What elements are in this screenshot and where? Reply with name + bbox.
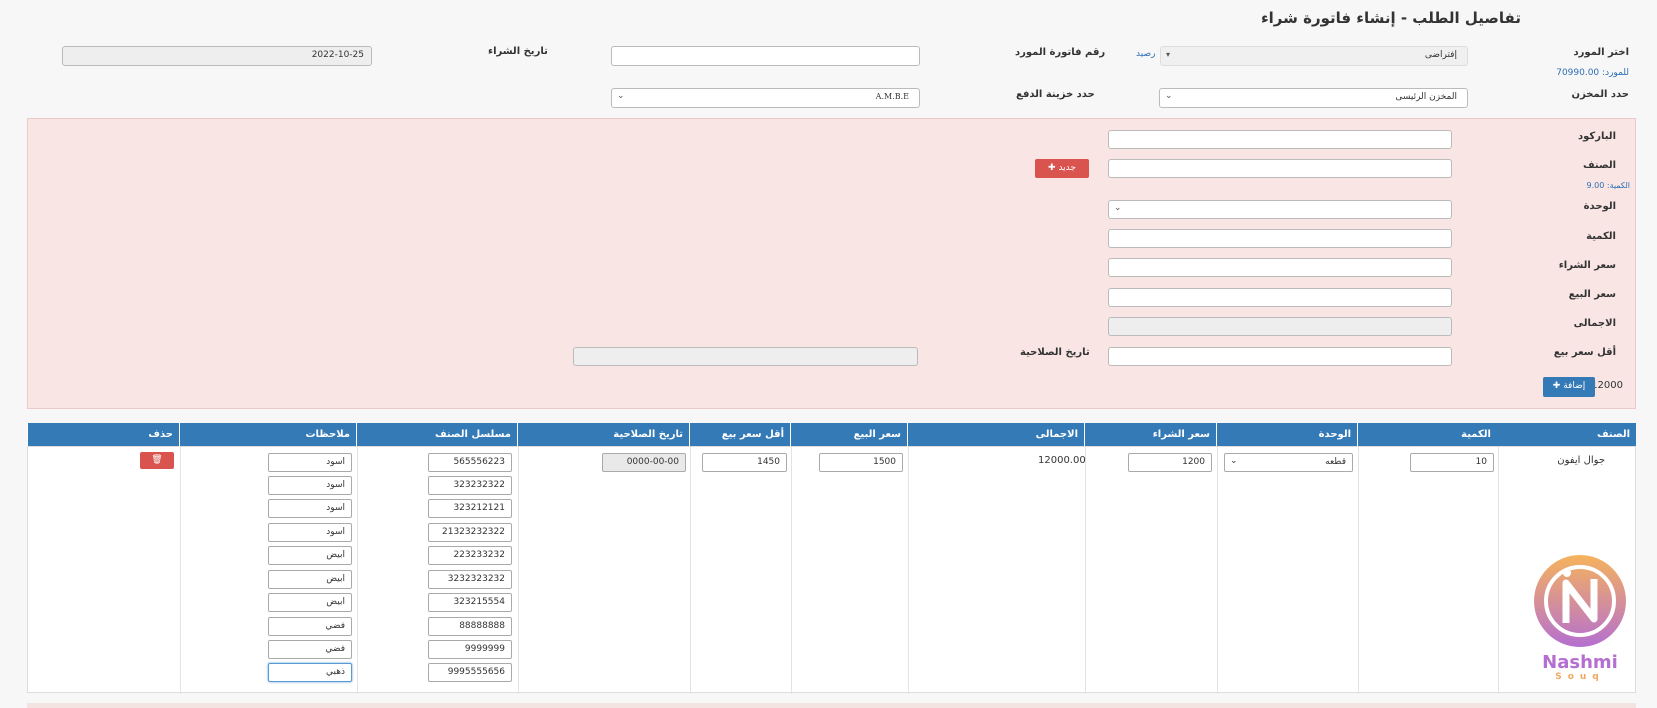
note-input[interactable]: فضي <box>268 617 352 636</box>
items-table: جوال ايفون 10 ⌄ قطعه 1200 12000.00 1500 … <box>27 446 1636 694</box>
total-label: الاجمالى <box>1573 318 1616 329</box>
chevron-down-icon: ⌄ <box>1165 91 1173 101</box>
running-total: 12000 <box>1591 380 1623 391</box>
barcode-input[interactable] <box>1108 130 1452 149</box>
col-total: الاجمالى <box>907 423 1084 446</box>
row-unit-select[interactable]: ⌄ قطعه <box>1224 453 1353 472</box>
supplier-select[interactable]: ▾ إفتراضى <box>1160 46 1468 66</box>
serial-input[interactable]: 565556223 <box>428 453 512 472</box>
row-total: 12000.00 <box>1038 455 1086 466</box>
unit-select[interactable]: ⌄ <box>1108 200 1452 219</box>
note-input[interactable]: اسود <box>268 499 352 518</box>
serial-input[interactable]: 223233232 <box>428 546 512 565</box>
col-sale-price: سعر البيع <box>790 423 907 446</box>
bottom-panel-edge <box>27 703 1636 708</box>
treasury-select[interactable]: ⌄ A.M.B.E <box>611 88 920 108</box>
quantity-input[interactable] <box>1108 229 1452 248</box>
col-notes: ملاحظات <box>179 423 356 446</box>
col-unit: الوحدة <box>1216 423 1357 446</box>
note-input[interactable]: فضي <box>268 640 352 659</box>
store-select[interactable]: ⌄ المخزن الرئيسى <box>1159 88 1468 108</box>
row-sale-price-input[interactable]: 1500 <box>819 453 903 472</box>
serial-input[interactable]: 323212121 <box>428 499 512 518</box>
add-button[interactable]: ✚ إضافة <box>1543 377 1595 397</box>
caret-down-icon: ▾ <box>1166 50 1171 59</box>
quantity-label: الكمية <box>1586 231 1616 242</box>
min-price-label: أقل سعر بيع <box>1553 347 1616 358</box>
min-price-input[interactable] <box>1108 347 1452 366</box>
serial-input[interactable]: 88888888 <box>428 617 512 636</box>
col-item: الصنف <box>1596 429 1630 440</box>
col-expiry: تاريخ الصلاحية <box>517 423 689 446</box>
col-serial: مسلسل الصنف <box>356 423 517 446</box>
col-quantity: الكمية <box>1357 423 1497 446</box>
invoice-no-label: رقم فاتورة المورد <box>1015 47 1106 58</box>
row-expiry-input[interactable]: 0000-00-00 <box>602 453 686 472</box>
expiry-label: تاريخ الصلاحية <box>1020 347 1090 358</box>
serial-input[interactable]: 21323232322 <box>428 523 512 542</box>
purchase-date-input[interactable]: 2022-10-25 <box>62 46 372 66</box>
row-min-price-input[interactable]: 1450 <box>702 453 787 472</box>
purchase-price-input[interactable] <box>1108 258 1452 277</box>
plus-icon: ✚ <box>1552 381 1561 391</box>
note-input[interactable]: اسود <box>268 453 352 472</box>
serial-input[interactable]: 323232322 <box>428 476 512 495</box>
row-quantity-input[interactable]: 10 <box>1410 453 1494 472</box>
purchase-date-label: تاريخ الشراء <box>488 46 548 57</box>
note-input[interactable]: اسود <box>268 523 352 542</box>
trash-icon: 🗑 <box>151 455 163 465</box>
balance-link[interactable]: رصيد <box>1136 49 1155 59</box>
nashmi-logo: Nashmi Souq <box>1532 553 1628 688</box>
store-label: حدد المخزن <box>1571 89 1629 100</box>
invoice-no-input[interactable] <box>611 46 920 66</box>
nashmi-n-logo-icon <box>1534 555 1626 647</box>
treasury-label: حدد خزينة الدفع <box>1016 89 1095 100</box>
plus-icon: ✚ <box>1048 163 1056 173</box>
note-input[interactable]: اسود <box>268 476 352 495</box>
expiry-input[interactable] <box>573 347 918 366</box>
supplier-balance: للمورد: 70990.00 <box>1556 68 1629 78</box>
purchase-price-label: سعر الشراء <box>1558 260 1616 271</box>
chevron-down-icon: ⌄ <box>1114 203 1122 213</box>
unit-label: الوحدة <box>1583 201 1616 212</box>
col-min-price: أقل سعر بيع <box>689 423 790 446</box>
quantity-hint: الكمية: 9.00 <box>1586 181 1630 190</box>
chevron-down-icon: ⌄ <box>1230 456 1238 466</box>
new-item-button[interactable]: ✚ جديد <box>1035 159 1089 178</box>
note-input[interactable]: ابيض <box>268 593 352 612</box>
note-input[interactable]: ابيض <box>268 546 352 565</box>
logo-text: Nashmi <box>1542 652 1618 673</box>
item-input[interactable] <box>1108 159 1452 178</box>
logo-subtext: Souq <box>1555 672 1605 682</box>
supplier-label: اختر المورد <box>1573 47 1629 58</box>
note-input[interactable]: ابيض <box>268 570 352 589</box>
row-item-name: جوال ايفون <box>1557 455 1605 466</box>
col-purchase-price: سعر الشراء <box>1084 423 1216 446</box>
serial-input[interactable]: 3232323232 <box>428 570 512 589</box>
serial-input[interactable]: 9995555656 <box>428 663 512 682</box>
total-input <box>1108 317 1452 336</box>
delete-row-button[interactable]: 🗑 <box>140 452 174 469</box>
chevron-down-icon: ⌄ <box>617 91 625 101</box>
serial-input[interactable]: 323215554 <box>428 593 512 612</box>
col-delete: حذف <box>27 423 179 446</box>
note-input-focused[interactable]: ذهبي <box>268 663 352 682</box>
serial-input[interactable]: 9999999 <box>428 640 512 659</box>
item-label: الصنف <box>1582 160 1616 171</box>
row-purchase-price-input[interactable]: 1200 <box>1128 453 1212 472</box>
barcode-label: الباركود <box>1578 131 1616 142</box>
table-header: الصنف الكمية الوحدة سعر الشراء الاجمالى … <box>27 423 1636 446</box>
sale-price-input[interactable] <box>1108 288 1452 307</box>
page-title: تفاصيل الطلب - إنشاء فاتورة شراء <box>1260 9 1521 27</box>
sale-price-label: سعر البيع <box>1568 289 1616 300</box>
